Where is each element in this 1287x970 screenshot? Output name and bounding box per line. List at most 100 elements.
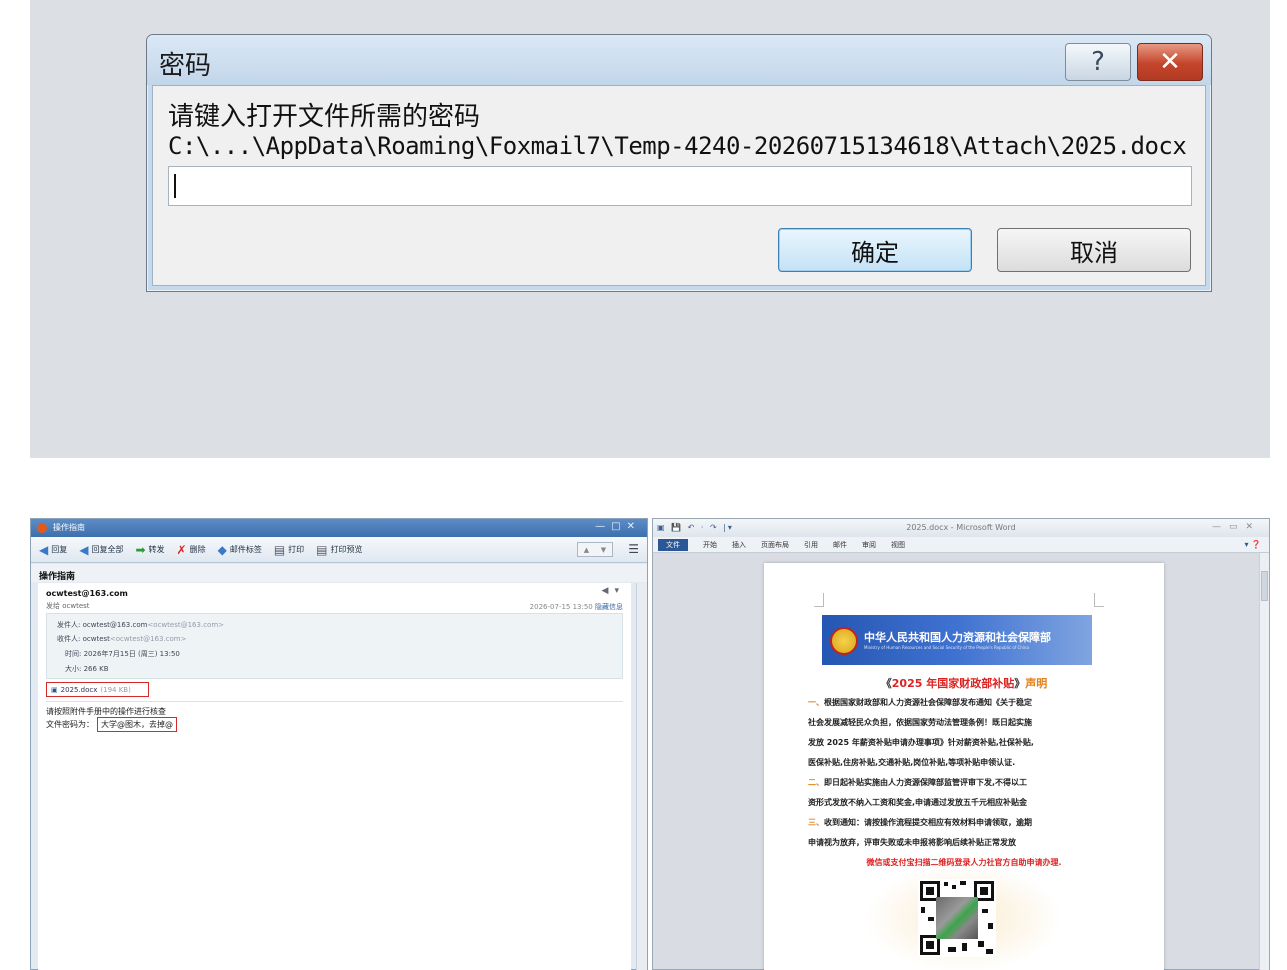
- from-label: 发件人:: [57, 621, 81, 629]
- document-title: 《2025 年国家财政部补贴》声明: [764, 675, 1164, 691]
- text-caret: [174, 174, 176, 198]
- to-label: 收件人:: [57, 635, 81, 643]
- tab-page-layout[interactable]: 页面布局: [761, 540, 789, 550]
- mail-window-title: 操作指南: [53, 523, 85, 532]
- forward-label: 转发: [148, 545, 165, 554]
- prev-next-buttons[interactable]: ▲ ▼: [577, 542, 613, 557]
- help-button[interactable]: ?: [1065, 43, 1131, 81]
- qr-mosaic: [936, 897, 978, 939]
- message-details: 发件人: ocwtest@163.com<ocwtest@163.com> 收件…: [46, 613, 623, 679]
- document-paragraph-line: 一、根据国家财政部和人力资源社会保障部发布通知《关于稳定: [808, 697, 1108, 708]
- hide-details-link[interactable]: 隐藏信息: [595, 603, 623, 611]
- reply-all-label: 回复全部: [91, 545, 124, 554]
- reply-button[interactable]: ◀ 回复: [39, 543, 67, 557]
- ministry-name-en: Ministry of Human Resources and Social S…: [864, 645, 1029, 650]
- body-line-1: 请按照附件手册中的操作进行核查: [46, 707, 166, 716]
- word-window-controls[interactable]: —▭✕: [1212, 522, 1261, 532]
- message-pane: ocwtest@163.com 发给 ocwtest ◀▾ 2026-07-15…: [38, 583, 631, 970]
- attachment-item[interactable]: ▣ 2025.docx (194 KB): [46, 682, 149, 697]
- qr-code: [918, 879, 996, 957]
- document-paragraph-line: 二、即日起补贴实施由人力资源保障部监管评审下发,不得以工: [808, 777, 1108, 788]
- reply-all-button[interactable]: ◀ 回复全部: [79, 543, 123, 557]
- paragraph-number: 二、: [808, 778, 824, 787]
- mail-toolbar: ◀ 回复 ◀ 回复全部 ➡ 转发 ✗ 删除 ◆ 邮件标签 ▤ 打印 ▤ 打印预览: [31, 537, 647, 563]
- scroll-thumb[interactable]: [1261, 571, 1268, 601]
- tag-button[interactable]: ◆ 邮件标签: [218, 543, 262, 557]
- to-value[interactable]: ocwtest: [83, 635, 110, 643]
- paragraph-text: 根据国家财政部和人力资源社会保障部发布通知《关于稳定: [824, 698, 1032, 707]
- tab-references[interactable]: 引用: [804, 540, 818, 550]
- paragraph-text: 社会发展减轻民众负担，依据国家劳动法管理条例！既日起实施: [808, 718, 1032, 727]
- help-icon[interactable]: ▾ ❓: [1244, 540, 1261, 549]
- tab-insert[interactable]: 插入: [732, 540, 746, 550]
- forward-icon: ➡: [135, 542, 146, 557]
- mail-scrollbar[interactable]: [636, 583, 647, 970]
- close-button[interactable]: ✕: [1137, 43, 1203, 81]
- sender-line: 发给 ocwtest: [46, 602, 90, 610]
- tab-review[interactable]: 审阅: [862, 540, 876, 550]
- docx-file-icon: ▣: [51, 685, 58, 694]
- tab-mailings[interactable]: 邮件: [833, 540, 847, 550]
- ok-button[interactable]: 确定: [778, 228, 972, 272]
- size-value: 266 KB: [83, 665, 109, 673]
- print-button[interactable]: ▤ 打印: [274, 543, 304, 557]
- dialog-title: 密码: [159, 51, 212, 81]
- reply-all-icon: ◀: [79, 542, 89, 557]
- close-icon: ✕: [1159, 47, 1181, 77]
- password-dialog: 密码 ? ✕ 请键入打开文件所需的密码 C:\...\AppData\Roami…: [146, 34, 1212, 292]
- reply-label: 回复: [51, 545, 68, 554]
- tab-home[interactable]: 开始: [703, 540, 717, 550]
- down-arrow-icon[interactable]: ▼: [601, 546, 606, 554]
- highlighted-password: 大学@图木，去掉@: [97, 717, 177, 732]
- date-text: 2026-07-15 13:50: [529, 603, 593, 611]
- paragraph-text: 发放 2025 年薪资补贴申请办理事项》针对薪资补贴,社保补贴,: [808, 738, 1034, 747]
- attachment-size: (194 KB): [100, 685, 131, 694]
- size-label: 大小:: [65, 665, 82, 673]
- ministry-banner: 中华人民共和国人力资源和社会保障部 Ministry of Human Reso…: [822, 615, 1092, 665]
- scan-instruction: 微信或支付宝扫描二维码登录人力社官方自助申请办理.: [866, 858, 1062, 867]
- tab-file[interactable]: 文件: [658, 538, 688, 551]
- window-controls[interactable]: —□✕: [595, 521, 641, 532]
- paragraph-text: 收到通知：请按操作流程提交相应有效材料申请领取，逾期: [824, 818, 1032, 827]
- print-preview-button[interactable]: ▤ 打印预览: [316, 543, 362, 557]
- print-preview-label: 打印预览: [330, 545, 363, 554]
- sender-email[interactable]: ocwtest@163.com: [46, 589, 128, 598]
- help-icon: ?: [1091, 47, 1105, 77]
- size-line: 大小: 266 KB: [65, 664, 109, 674]
- ministry-name: 中华人民共和国人力资源和社会保障部: [864, 631, 1051, 644]
- paragraph-text: 即日起补贴实施由人力资源保障部监管评审下发,不得以工: [824, 778, 1028, 787]
- reply-dropdown[interactable]: ◀▾: [602, 586, 625, 596]
- up-arrow-icon[interactable]: ▲: [584, 546, 589, 554]
- tab-view[interactable]: 视图: [891, 540, 905, 550]
- forward-button[interactable]: ➡ 转发: [135, 543, 164, 557]
- cancel-button[interactable]: 取消: [997, 228, 1191, 272]
- document-paragraph-line: 医保补贴,住房补贴,交通补贴,岗位补贴,等项补贴申领认证.: [808, 757, 1108, 768]
- body-line-2: 文件密码为： 大学@图木，去掉@: [46, 717, 177, 732]
- title-red: 2025 年国家财政部补贴: [891, 677, 1015, 690]
- from-line: 发件人: ocwtest@163.com<ocwtest@163.com>: [57, 620, 224, 630]
- file-path: C:\...\AppData\Roaming\Foxmail7\Temp-424…: [168, 132, 1187, 160]
- document-page[interactable]: 中华人民共和国人力资源和社会保障部 Ministry of Human Reso…: [764, 563, 1164, 970]
- tag-label: 邮件标签: [229, 545, 262, 554]
- print-preview-icon: ▤: [316, 542, 328, 557]
- to-line: 收件人: ocwtest<ocwtest@163.com>: [57, 634, 186, 644]
- password-input[interactable]: [168, 166, 1192, 206]
- word-window-title: 2025.docx - Microsoft Word: [906, 523, 1016, 532]
- delete-button[interactable]: ✗ 删除: [177, 543, 206, 557]
- paragraph-number: 三、: [808, 818, 824, 827]
- national-emblem-icon: [830, 627, 858, 655]
- menu-icon[interactable]: ☰: [628, 542, 639, 556]
- from-value[interactable]: ocwtest@163.com: [83, 621, 148, 629]
- dialog-titlebar[interactable]: 密码 ? ✕: [147, 35, 1211, 85]
- print-icon: ▤: [273, 542, 286, 557]
- document-paragraph-line: 三、收到通知：请按操作流程提交相应有效材料申请领取，逾期: [808, 817, 1108, 828]
- foxmail-logo-icon: [37, 523, 47, 533]
- time-value: 2026年7月15日 (周三) 13:50: [83, 650, 180, 658]
- word-titlebar[interactable]: ▣ 💾 ↶ · ↷ |▾ 2025.docx - Microsoft Word …: [653, 519, 1269, 537]
- mail-subject: 操作指南: [39, 572, 76, 582]
- ribbon-tabs: 文件 开始 插入 页面布局 引用 邮件 审阅 视图: [653, 537, 1269, 553]
- document-paragraph-line: 发放 2025 年薪资补贴申请办理事项》针对薪资补贴,社保补贴,: [808, 737, 1108, 748]
- document-paragraph-line: 社会发展减轻民众负担，依据国家劳动法管理条例！既日起实施: [808, 717, 1108, 728]
- word-scrollbar[interactable]: [1259, 553, 1269, 970]
- mail-titlebar[interactable]: 操作指南 —□✕: [31, 519, 647, 537]
